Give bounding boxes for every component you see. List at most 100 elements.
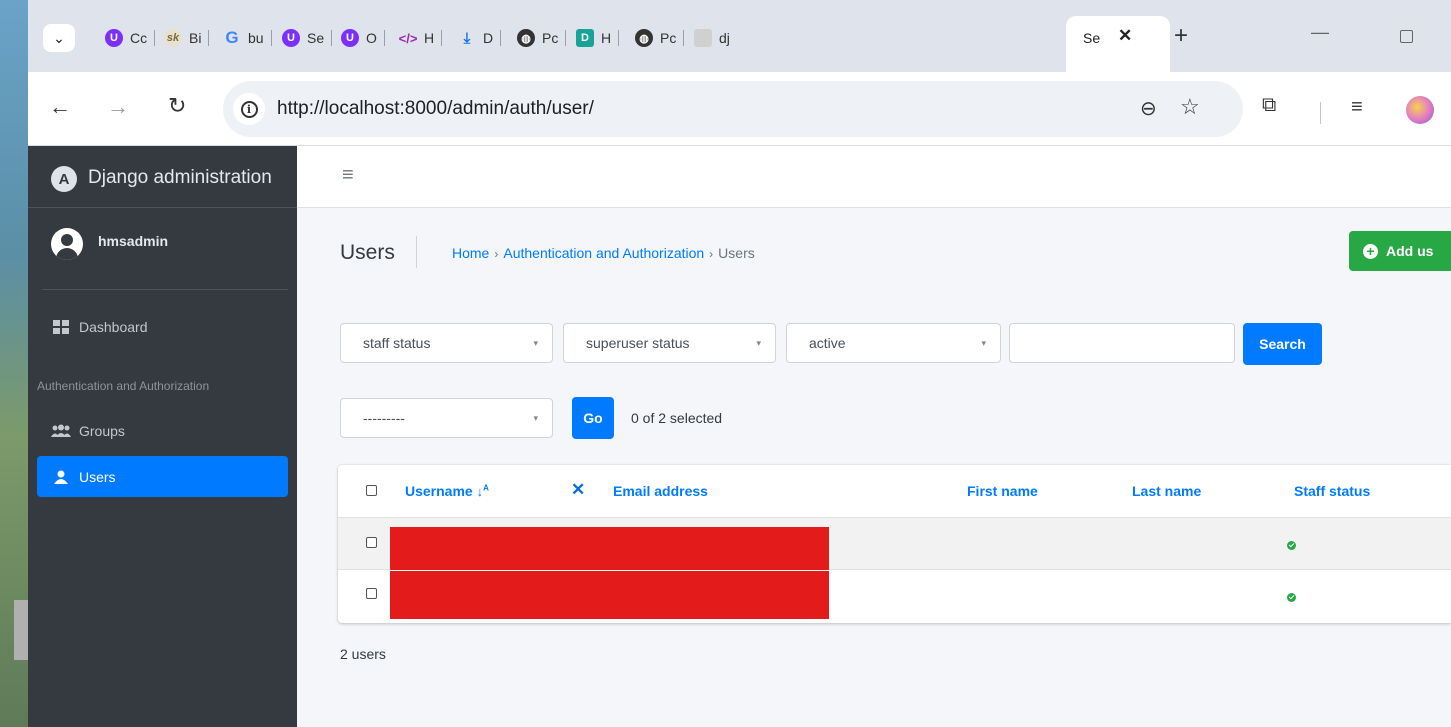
tab-2[interactable]: sk Bi	[164, 24, 210, 52]
selection-counter: 0 of 2 selected	[631, 410, 723, 426]
superuser-status-filter[interactable]: superuser status ▾	[563, 323, 776, 363]
tab-label: Cc	[130, 30, 148, 46]
sidebar-item-label: Groups	[79, 422, 125, 439]
sidebar-item-groups[interactable]: Groups	[37, 410, 288, 451]
django-admin-page: A Django administration hmsadmin Dashboa…	[28, 146, 1451, 727]
tab-label: H	[601, 30, 612, 46]
table-row	[338, 518, 1451, 570]
download-icon: ⤓	[463, 29, 471, 47]
url-text[interactable]: http://localhost:8000/admin/auth/user/	[277, 98, 594, 120]
toolbar-divider	[1320, 102, 1321, 124]
column-first-name[interactable]: First name	[967, 483, 1038, 499]
column-email[interactable]: Email address	[613, 483, 708, 499]
sidebar-item-label: Users	[79, 468, 116, 485]
row-checkbox[interactable]	[366, 537, 377, 548]
zoom-icon[interactable]: ⊖	[1140, 96, 1157, 121]
column-last-name[interactable]: Last name	[1132, 483, 1201, 499]
remove-sort-icon[interactable]: ✕	[571, 480, 585, 500]
tab-3[interactable]: G bu	[223, 24, 272, 52]
caret-down-icon: ▾	[533, 338, 538, 348]
bookmark-star-icon[interactable]: ☆	[1180, 94, 1200, 120]
table-header: Username ↓A ✕ Email address First name L…	[338, 465, 1451, 518]
globe-icon: ◍	[635, 29, 653, 47]
tab-label: Se	[1083, 30, 1101, 46]
address-bar[interactable]: i http://localhost:8000/admin/auth/user/	[223, 81, 1243, 137]
caret-down-icon: ▾	[533, 413, 538, 423]
active-tab[interactable]: Se ✕	[1066, 16, 1170, 72]
tab-4[interactable]: U Se	[282, 24, 333, 52]
add-user-button[interactable]: + Add us	[1349, 231, 1451, 271]
user-name: hmsadmin	[98, 233, 169, 249]
maximize-icon[interactable]	[1400, 30, 1413, 43]
check-circle-icon	[1287, 593, 1296, 602]
search-button[interactable]: Search	[1243, 323, 1322, 365]
new-tab-button[interactable]: +	[1174, 22, 1188, 50]
column-staff-status[interactable]: Staff status	[1294, 483, 1370, 499]
tab-label: Pc	[542, 30, 559, 46]
browser-window: ⌄ U Cc sk Bi G bu U Se U O </> H ⤓ D ◍ P…	[28, 0, 1451, 727]
tab-10[interactable]: ◍ Pc	[635, 24, 685, 52]
django-logo-icon: A	[51, 166, 77, 192]
hamburger-menu-icon[interactable]: ≡	[342, 164, 354, 187]
filter-label: staff status	[363, 335, 431, 351]
tab-11[interactable]: dj	[694, 24, 730, 52]
tab-7[interactable]: ⤓ D	[458, 24, 502, 52]
tab-5[interactable]: U O	[341, 24, 385, 52]
row-checkbox[interactable]	[366, 588, 377, 599]
tab-search-button[interactable]: ⌄	[43, 24, 75, 52]
u-circle-icon: U	[105, 29, 123, 47]
tab-9[interactable]: D H	[576, 24, 620, 52]
users-group-icon	[51, 424, 71, 438]
tab-8[interactable]: ◍ Pc	[517, 24, 567, 52]
top-navbar: ≡	[297, 146, 1451, 208]
search-input[interactable]	[1009, 323, 1235, 363]
active-filter[interactable]: active ▾	[786, 323, 1001, 363]
action-select[interactable]: --------- ▾	[340, 398, 553, 438]
close-tab-icon[interactable]: ✕	[1118, 26, 1132, 46]
profile-avatar[interactable]	[1406, 96, 1434, 124]
column-username[interactable]: Username ↓A	[405, 483, 489, 499]
breadcrumb-home[interactable]: Home	[452, 245, 489, 261]
forward-icon[interactable]: →	[107, 94, 129, 120]
breadcrumb-current: Users	[718, 245, 755, 261]
minimize-icon[interactable]: —	[1311, 22, 1329, 43]
desktop-shadow	[14, 600, 28, 660]
user-avatar-icon	[51, 228, 83, 260]
google-icon: G	[225, 28, 239, 47]
site-info-icon[interactable]: i	[233, 93, 265, 125]
tab-6[interactable]: </> H	[399, 24, 443, 52]
tab-label: Bi	[189, 30, 202, 46]
result-count: 2 users	[340, 646, 386, 662]
tab-1[interactable]: U Cc	[105, 24, 156, 52]
tab-label: Se	[307, 30, 325, 46]
caret-down-icon: ▾	[981, 338, 986, 348]
breadcrumb-section[interactable]: Authentication and Authorization	[503, 245, 704, 261]
brand-link[interactable]: A Django administration	[28, 146, 297, 208]
browser-toolbar: ← → ↻ i http://localhost:8000/admin/auth…	[28, 72, 1451, 146]
filter-label: active	[809, 335, 846, 351]
sk-logo-icon: sk	[164, 29, 182, 47]
media-control-icon[interactable]: ≡	[1351, 96, 1363, 119]
check-circle-icon	[1287, 541, 1296, 550]
staff-status-filter[interactable]: staff status ▾	[340, 323, 553, 363]
tab-label: H	[424, 30, 435, 46]
sort-arrows-icon[interactable]: ↓A	[477, 484, 489, 499]
select-all-checkbox[interactable]	[366, 485, 377, 496]
back-icon[interactable]: ←	[49, 94, 71, 120]
brand-title: Django administration	[88, 167, 272, 188]
reload-icon[interactable]: ↻	[168, 93, 186, 119]
go-button[interactable]: Go	[572, 397, 614, 439]
tab-strip: ⌄ U Cc sk Bi G bu U Se U O </> H ⤓ D ◍ P…	[28, 0, 1451, 72]
table-row	[338, 571, 1451, 623]
action-label: ---------	[363, 410, 405, 426]
dashboard-grid-icon	[51, 319, 71, 334]
sidebar-section-header: Authentication and Authorization	[37, 379, 210, 393]
globe-icon: ◍	[517, 29, 535, 47]
sidebar-item-users[interactable]: Users	[37, 456, 288, 497]
filter-label: superuser status	[586, 335, 690, 351]
user-panel[interactable]: hmsadmin	[42, 208, 288, 290]
tab-label: dj	[719, 30, 730, 46]
plus-circle-icon: +	[1363, 243, 1378, 259]
sidebar-item-dashboard[interactable]: Dashboard	[37, 306, 288, 347]
extensions-icon[interactable]: ⧉	[1262, 94, 1276, 117]
